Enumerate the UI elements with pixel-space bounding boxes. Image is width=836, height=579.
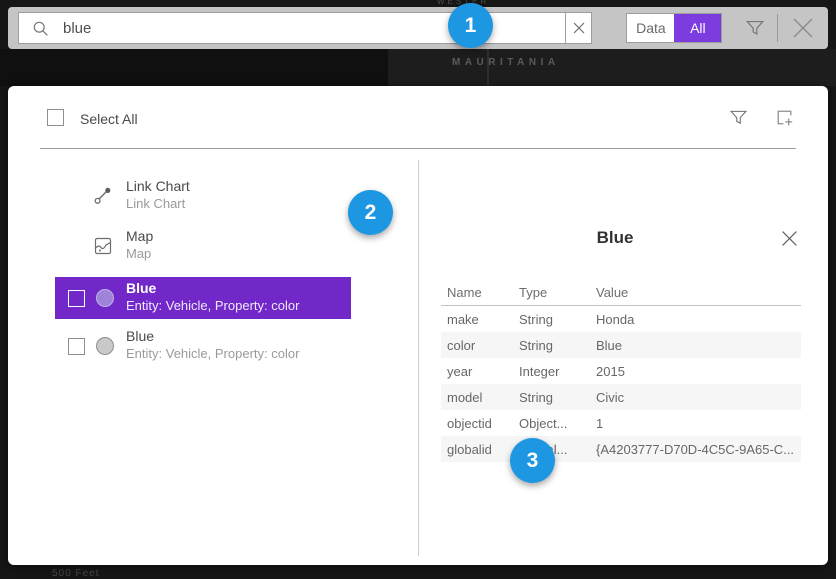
detail-panel: Blue Name Type Value make String Honda: [419, 149, 828, 565]
cell-value: Civic: [596, 390, 801, 405]
column-header-name: Name: [441, 285, 519, 300]
scope-option-all[interactable]: All: [674, 14, 721, 42]
detail-title: Blue: [419, 228, 811, 248]
result-item-text: Blue Entity: Vehicle, Property: color: [126, 328, 299, 361]
column-header-type: Type: [519, 285, 596, 300]
table-row: year Integer 2015: [441, 358, 801, 384]
filter-button[interactable]: [740, 13, 768, 43]
table-row: color String Blue: [441, 332, 801, 358]
result-item-blue-selected[interactable]: Blue Entity: Vehicle, Property: color: [55, 277, 351, 319]
result-item-text: Map Map: [126, 228, 153, 261]
result-subtitle: Link Chart: [126, 196, 190, 211]
table-row: objectid Object... 1: [441, 410, 801, 436]
cell-type: String: [519, 312, 596, 327]
entity-circle-icon: [96, 337, 114, 355]
close-detail-button[interactable]: [777, 226, 801, 250]
search-toolbar: blue Data All: [8, 7, 828, 49]
toolbar-separator: [777, 14, 778, 42]
search-icon: [32, 20, 49, 37]
app-screen: WESTER MAURITANIA 500 Feet blue Data All: [0, 0, 836, 579]
cell-name: model: [441, 390, 519, 405]
result-subtitle: Entity: Vehicle, Property: color: [126, 298, 299, 313]
table-row: make String Honda: [441, 306, 801, 332]
cell-name: year: [441, 364, 519, 379]
result-subtitle: Map: [126, 246, 153, 261]
cell-type: Object...: [519, 416, 596, 431]
select-all-label: Select All: [80, 111, 138, 127]
table-row: globalid Global... {A4203777-D70D-4C5C-9…: [441, 436, 801, 462]
result-item-text: Blue Entity: Vehicle, Property: color: [126, 280, 299, 313]
result-title: Blue: [126, 328, 299, 344]
result-item-map[interactable]: Map Map: [55, 225, 351, 267]
cell-value: 1: [596, 416, 801, 431]
cell-value: {A4203777-D70D-4C5C-9A65-C...: [596, 442, 801, 457]
cell-name: make: [441, 312, 519, 327]
add-to-selection-button[interactable]: [770, 103, 798, 131]
cell-name: globalid: [441, 442, 519, 457]
callout-badge-2: 2: [348, 190, 393, 235]
map-label-mauritania: MAURITANIA: [452, 57, 560, 68]
result-title: Link Chart: [126, 178, 190, 194]
column-header-value: Value: [596, 285, 801, 300]
cell-value: Honda: [596, 312, 801, 327]
table-row: model String Civic: [441, 384, 801, 410]
close-search-button[interactable]: [788, 12, 818, 44]
attribute-table: Name Type Value make String Honda color …: [441, 280, 801, 462]
link-chart-icon: [93, 186, 113, 206]
map-background: [0, 49, 388, 86]
scope-option-data[interactable]: Data: [627, 14, 674, 42]
map-icon: [93, 236, 113, 256]
cell-name: objectid: [441, 416, 519, 431]
cell-value: Blue: [596, 338, 801, 353]
result-checkbox[interactable]: [68, 290, 85, 307]
entity-circle-icon: [96, 289, 114, 307]
panel-filter-button[interactable]: [724, 103, 752, 131]
cell-name: color: [441, 338, 519, 353]
clear-search-button[interactable]: [566, 12, 593, 44]
cell-type: String: [519, 338, 596, 353]
cell-type: String: [519, 390, 596, 405]
result-title: Map: [126, 228, 153, 244]
attribute-table-header: Name Type Value: [441, 280, 801, 306]
search-results-panel: Select All: [8, 86, 828, 565]
callout-badge-3: 3: [510, 438, 555, 483]
map-scale-label: 500 Feet: [52, 568, 99, 579]
search-query-text: blue: [63, 20, 91, 37]
search-scope-toggle: Data All: [626, 13, 722, 43]
select-all-checkbox[interactable]: [47, 109, 64, 126]
result-title: Blue: [126, 280, 299, 296]
result-item-text: Link Chart Link Chart: [126, 178, 190, 211]
cell-value: 2015: [596, 364, 801, 379]
result-subtitle: Entity: Vehicle, Property: color: [126, 346, 299, 361]
cell-type: Integer: [519, 364, 596, 379]
result-item-link-chart[interactable]: Link Chart Link Chart: [55, 175, 351, 217]
result-checkbox[interactable]: [68, 338, 85, 355]
callout-badge-1: 1: [448, 3, 493, 48]
result-item-blue[interactable]: Blue Entity: Vehicle, Property: color: [55, 325, 351, 367]
